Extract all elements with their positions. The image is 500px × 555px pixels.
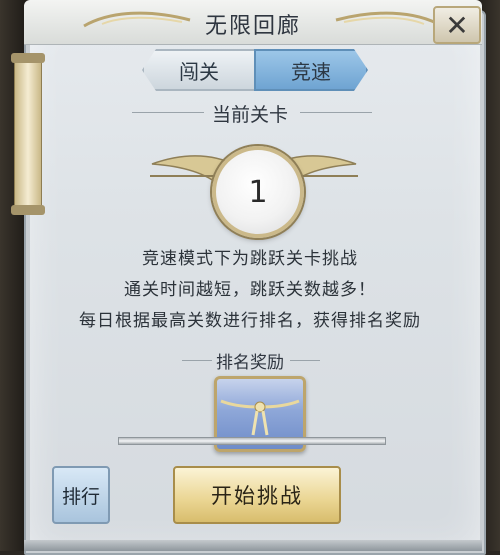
close-button[interactable]: ✕ xyxy=(433,6,481,44)
tab-speed[interactable]: 竞速 xyxy=(254,49,368,91)
current-level-badge: 1 xyxy=(212,146,304,238)
rank-button[interactable]: 排行 xyxy=(52,466,110,524)
reward-heading: 排名奖励 xyxy=(216,353,284,373)
current-level-value: 1 xyxy=(248,174,268,210)
title-bar: 无限回廊 xyxy=(24,0,482,45)
description-line-3: 每日根据最高关数进行排名，获得排名奖励 xyxy=(79,311,421,331)
description-line-2: 通关时间越短，跳跃关数越多！ xyxy=(124,280,376,300)
mode-tabs: 闯关 竞速 xyxy=(142,49,364,91)
divider-right xyxy=(300,112,372,113)
start-challenge-button[interactable]: 开始挑战 xyxy=(173,466,341,524)
reward-divider-right xyxy=(290,360,320,361)
panel-bottom-edge xyxy=(24,540,482,551)
scroll-decoration-icon xyxy=(11,53,45,215)
description-line-1: 竞速模式下为跳跃关卡挑战 xyxy=(142,249,358,269)
close-icon: ✕ xyxy=(445,8,469,42)
title-ornament-right-icon xyxy=(335,11,443,28)
reward-progress-bar xyxy=(118,437,386,445)
tab-stage[interactable]: 闯关 xyxy=(142,49,256,91)
current-level-heading: 当前关卡 xyxy=(211,104,288,126)
